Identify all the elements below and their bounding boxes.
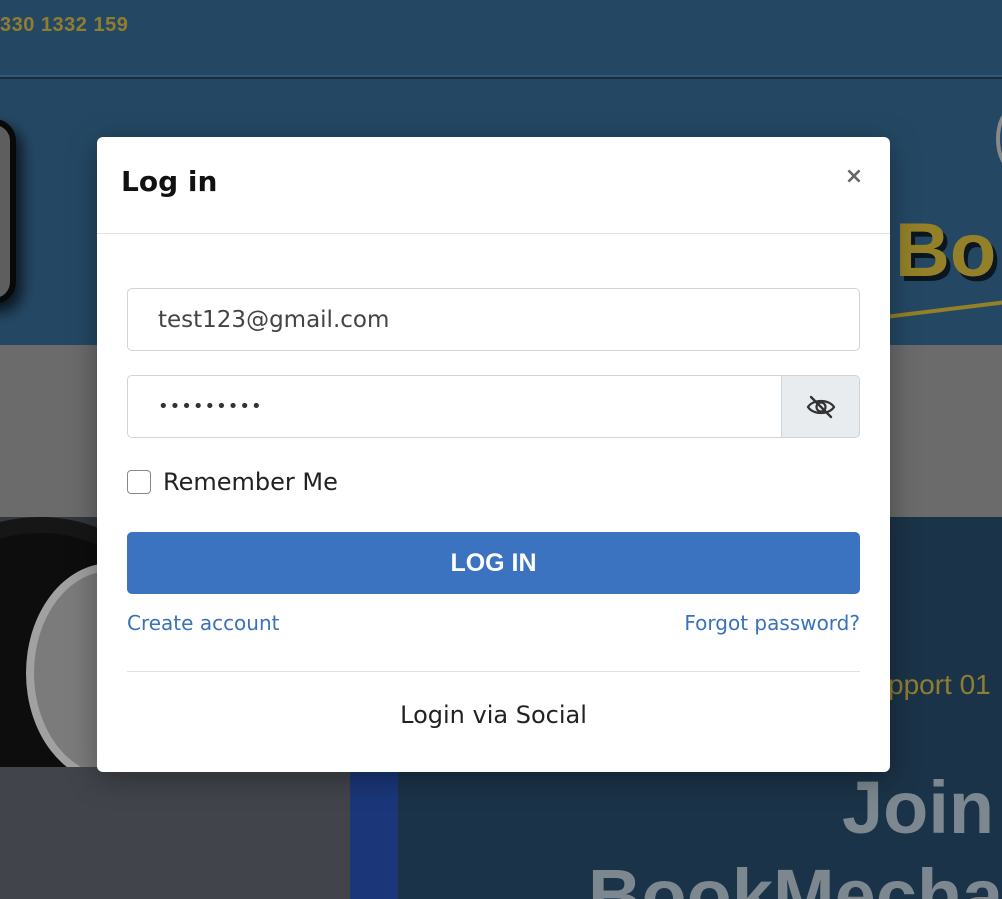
remember-me: Remember Me [127,468,338,496]
login-button[interactable]: LOG IN [127,532,860,594]
login-modal: Log in × Remember Me LOG IN Create accou… [97,137,890,772]
password-group [127,375,860,438]
email-field[interactable] [128,289,859,350]
eye-slash-icon [806,395,835,418]
forgot-password-link[interactable]: Forgot password? [684,611,860,635]
close-icon[interactable]: × [844,165,864,189]
divider [127,671,860,672]
modal-header: Log in × [97,137,890,234]
social-login-text: Login via Social [400,701,587,729]
modal-title: Log in [121,165,218,198]
remember-me-checkbox[interactable] [127,470,151,494]
remember-me-label[interactable]: Remember Me [163,468,338,496]
create-account-link[interactable]: Create account [127,611,280,635]
password-field[interactable] [128,376,781,437]
password-field-wrapper [127,375,782,438]
email-field-wrapper [127,288,860,351]
password-visibility-toggle[interactable] [781,375,860,438]
